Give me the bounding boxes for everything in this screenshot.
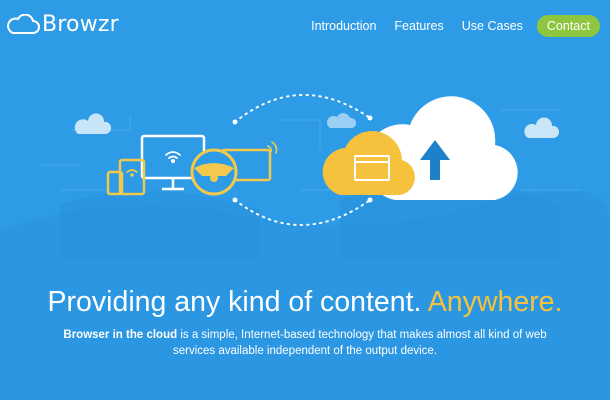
brand-name: Browzr bbox=[42, 12, 119, 37]
hero-subtext: Browser in the cloud is a simple, Intern… bbox=[60, 327, 550, 359]
nav-use-cases[interactable]: Use Cases bbox=[462, 15, 523, 37]
contact-button[interactable]: Contact bbox=[536, 15, 600, 37]
headline-main: Providing any kind of content. bbox=[47, 286, 428, 318]
subtext-bold: Browser in the cloud bbox=[63, 329, 178, 341]
main-nav: Introduction Features Use Cases Contact bbox=[293, 15, 600, 37]
wifi-icon bbox=[165, 151, 181, 164]
dotted-arc-bottom bbox=[234, 199, 371, 226]
subtext-rest: is a simple, Internet-based technology t… bbox=[172, 329, 547, 357]
cloud-illustration bbox=[322, 96, 518, 200]
steering-wheel-icon bbox=[190, 148, 238, 196]
nav-features[interactable]: Features bbox=[394, 15, 443, 37]
devices-icon bbox=[106, 134, 272, 196]
site-header: Browzr Introduction Features Use Cases C… bbox=[0, 0, 610, 54]
hero-illustration bbox=[40, 93, 580, 226]
cloud-logo-icon bbox=[7, 13, 40, 34]
nav-introduction[interactable]: Introduction bbox=[311, 15, 376, 37]
logo[interactable]: Browzr bbox=[6, 12, 119, 37]
hero-headline: Providing any kind of content. Anywhere. bbox=[0, 284, 610, 320]
headline-accent: Anywhere. bbox=[427, 286, 563, 318]
